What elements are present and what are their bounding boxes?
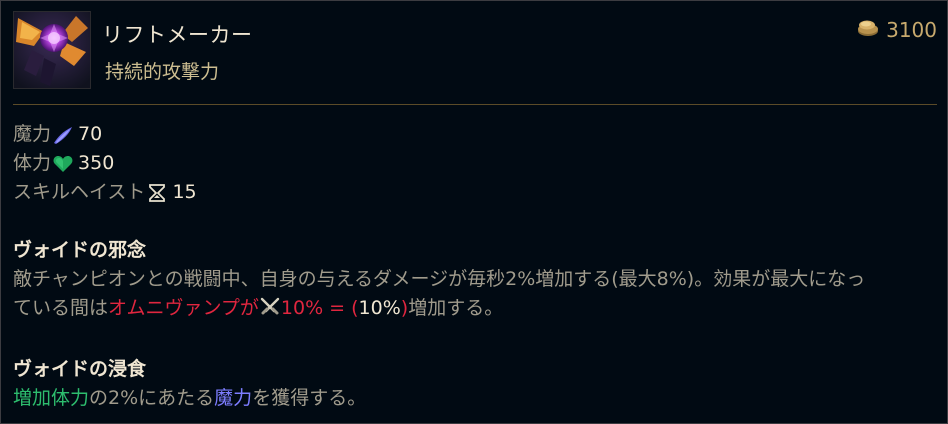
tooltip-header: リフトメーカー 持続的攻撃力 3100 [13,11,937,91]
stat-value: 15 [172,181,197,203]
passive-description: 増加体力の2%にあたる魔力を獲得する。 [13,384,937,413]
passive-text-segment: の2%にあたる [89,387,215,409]
stat-value: 350 [78,152,115,174]
passive-text-line: ている間はオムニヴァンプが 10% = (10%)増加する。 [13,294,937,326]
item-tooltip: リフトメーカー 持続的攻撃力 3100 魔力 70 体力 350 スキルヘイスト… [0,0,948,424]
price-value: 3100 [886,18,937,42]
stat-row-ability-power: 魔力 70 [13,120,937,149]
passive-text-segment: を獲得する。 [252,387,367,409]
stat-label: 魔力 [13,123,52,145]
passive-text-line: 敵チャンピオンとの戦闘中、自身の与えるダメージが毎秒2%増加する(最大8%)。効… [13,268,866,290]
passive-title: ヴォイドの邪念 [13,239,147,261]
passive-title: ヴォイドの浸食 [13,358,147,380]
crossed-swords-icon [259,297,281,326]
tooltip-content: 魔力 70 体力 350 スキルヘイスト 15 ヴォイドの邪念 敵チャンピオンと… [13,120,937,413]
passive-text-segment: 増加する。 [408,297,504,319]
item-price: 3100 [856,18,937,42]
item-subtitle: 持続的攻撃力 [105,61,220,83]
ability-power-icon [52,125,74,145]
stat-label: スキルヘイスト [13,181,146,203]
omnivamp-highlight: オムニヴァンプが [108,297,259,319]
omnivamp-value: 10% = ( [280,297,359,319]
passive-description: 敵チャンピオンとの戦闘中、自身の与えるダメージが毎秒2%増加する(最大8%)。効… [13,265,937,326]
stat-row-health: 体力 350 [13,149,937,178]
hourglass-icon [146,183,168,203]
health-heart-icon [52,154,74,174]
ability-power-keyword: 魔力 [214,387,253,409]
gold-coin-icon [856,18,880,42]
stat-label: 体力 [13,152,52,174]
omnivamp-calculated: 10% [358,297,401,319]
stat-row-ability-haste: スキルヘイスト 15 [13,178,937,207]
item-name: リフトメーカー [102,23,253,47]
riftmaker-item-icon [13,11,91,89]
bonus-health-keyword: 増加体力 [13,387,90,409]
stat-value: 70 [78,123,103,145]
passive-text-segment: ている間は [13,297,109,319]
header-divider [13,104,937,105]
